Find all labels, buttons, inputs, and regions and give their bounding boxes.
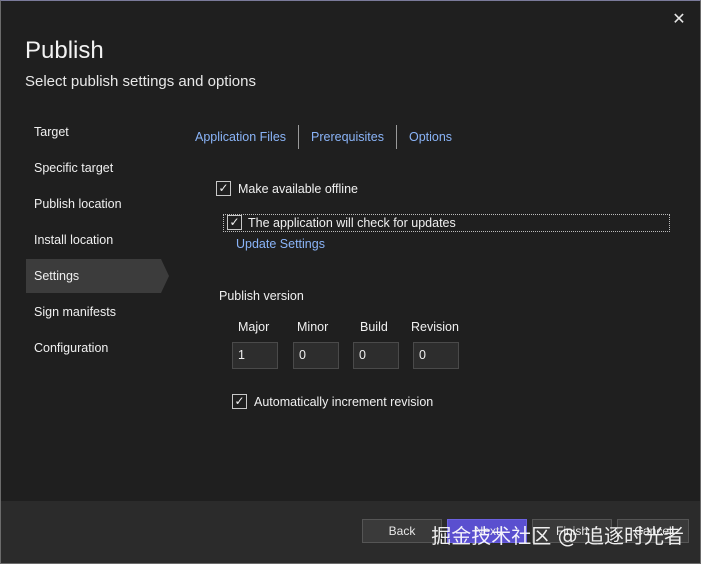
major-input[interactable]: 1 <box>232 342 278 369</box>
build-label: Build <box>360 320 388 334</box>
revision-label: Revision <box>411 320 459 334</box>
check-updates-label: The application will check for updates <box>248 216 456 230</box>
offline-checkbox[interactable]: ✓ <box>216 181 231 196</box>
revision-input[interactable]: 0 <box>413 342 459 369</box>
sidebar-item-publish-location[interactable]: Publish location <box>26 187 171 221</box>
dialog-subtitle: Select publish settings and options <box>25 73 256 90</box>
auto-increment-checkbox[interactable]: ✓ <box>232 394 247 409</box>
back-button[interactable]: Back <box>362 519 442 543</box>
finish-button[interactable]: Finish <box>532 519 612 543</box>
settings-tabs: Application Files Prerequisites Options <box>195 125 464 149</box>
sidebar-item-settings[interactable]: Settings <box>26 259 169 293</box>
publish-dialog: ✕ Publish Select publish settings and op… <box>0 0 701 564</box>
tab-application-files[interactable]: Application Files <box>195 125 298 149</box>
close-icon[interactable]: ✕ <box>670 11 688 29</box>
minor-label: Minor <box>297 320 329 334</box>
sidebar-item-target[interactable]: Target <box>26 115 171 149</box>
sidebar-item-install-location[interactable]: Install location <box>26 223 171 257</box>
tab-options[interactable]: Options <box>397 125 464 149</box>
publish-version-label: Publish version <box>219 289 304 303</box>
auto-increment-label: Automatically increment revision <box>254 395 434 409</box>
sidebar-item-configuration[interactable]: Configuration <box>26 331 171 365</box>
dialog-footer: Back Next Finish Cancel <box>1 501 700 563</box>
build-input[interactable]: 0 <box>353 342 399 369</box>
sidebar-item-sign-manifests[interactable]: Sign manifests <box>26 295 171 329</box>
check-updates-checkbox[interactable]: ✓ <box>227 215 242 230</box>
dialog-title: Publish <box>25 37 104 64</box>
major-label: Major <box>238 320 270 334</box>
cancel-button[interactable]: Cancel <box>617 519 689 543</box>
minor-input[interactable]: 0 <box>293 342 339 369</box>
tab-prerequisites[interactable]: Prerequisites <box>299 125 396 149</box>
sidebar: Target Specific target Publish location … <box>26 115 171 367</box>
sidebar-item-specific-target[interactable]: Specific target <box>26 151 171 185</box>
next-button[interactable]: Next <box>447 519 527 543</box>
update-settings-link[interactable]: Update Settings <box>236 237 325 251</box>
offline-label: Make available offline <box>238 182 358 196</box>
